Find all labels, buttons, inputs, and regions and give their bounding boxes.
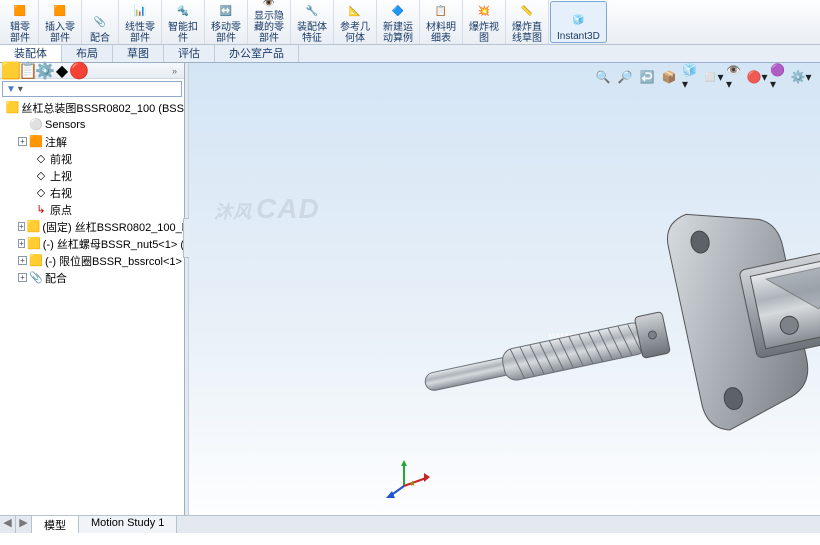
- ribbon-mate[interactable]: 📎配合: [82, 0, 119, 44]
- panel-collapse-icon[interactable]: »: [172, 66, 180, 76]
- funnel-icon: ▼: [6, 84, 16, 95]
- tree-annotations[interactable]: +🟧注解: [0, 133, 184, 150]
- view-settings-icon[interactable]: ⚙️▾: [792, 68, 810, 86]
- previous-view-icon[interactable]: ↩️: [638, 68, 656, 86]
- plane-icon: ◇: [34, 186, 48, 200]
- ribbon-toolbar: 🟧辑零 部件 🟧插入零 部件 📎配合 📊线性零 部件 🔩智能扣 件 ↔️移动零 …: [0, 0, 820, 45]
- bottom-tab-model[interactable]: 模型: [32, 516, 79, 533]
- feature-tab-display-icon[interactable]: ◆: [55, 64, 69, 78]
- orientation-triad[interactable]: ★: [384, 458, 434, 498]
- ribbon-show-hidden[interactable]: 👁️显示隐 藏的零 部件: [248, 0, 291, 44]
- heads-up-view-toolbar: 🔍 🔎 ↩️ 📦 🧊▾ ◻️▾ 👁️▾ 🔴▾ 🟣▾ ⚙️▾: [594, 68, 810, 86]
- tree-filter-row: ▼ ▾: [2, 81, 182, 97]
- hide-show-icon[interactable]: 👁️▾: [726, 68, 744, 86]
- feature-tab-bar: 🟨 📋 ⚙️ ◆ 🔴 »: [0, 63, 184, 79]
- ballscrew-3d-model: [419, 193, 820, 453]
- bottom-tab-bar: ◀ ▶ 模型 Motion Study 1: [0, 515, 820, 533]
- tree-front-plane[interactable]: ◇前视: [0, 150, 184, 167]
- tree-top-plane[interactable]: ◇上视: [0, 167, 184, 184]
- feature-tab-property-icon[interactable]: 📋: [21, 64, 35, 78]
- tab-layout[interactable]: 布局: [62, 45, 113, 62]
- ribbon-exploded-line-sketch[interactable]: 📏爆炸直 线草图: [506, 0, 549, 44]
- tab-office-products[interactable]: 办公室产品: [215, 45, 299, 62]
- tab-sketch[interactable]: 草图: [113, 45, 164, 62]
- ribbon-linear-pattern[interactable]: 📊线性零 部件: [119, 0, 162, 44]
- section-view-icon[interactable]: 📦: [660, 68, 678, 86]
- scene-icon[interactable]: 🟣▾: [770, 68, 788, 86]
- tree-origin[interactable]: ↳原点: [0, 201, 184, 218]
- feature-manager-panel: 🟨 📋 ⚙️ ◆ 🔴 » ▼ ▾ 🟨丝杠总装图BSSR0802_100 (BSS…: [0, 63, 185, 533]
- ribbon-edit-component[interactable]: 🟧辑零 部件: [2, 0, 39, 44]
- tree-mates[interactable]: +📎配合: [0, 269, 184, 286]
- feature-tab-config-icon[interactable]: ⚙️: [38, 64, 52, 78]
- command-manager-tabs: 装配体 布局 草图 评估 办公室产品: [0, 45, 820, 63]
- tree-part-collar[interactable]: +🟨(-) 限位圈BSSR_bssrcol<1>: [0, 252, 184, 269]
- feature-tab-tree-icon[interactable]: 🟨: [4, 64, 18, 78]
- tree-part-shaft[interactable]: +🟨(固定) 丝杠BSSR0802_100_b·: [0, 218, 184, 235]
- tree-right-plane[interactable]: ◇右视: [0, 184, 184, 201]
- tree-filter-input[interactable]: ▼ ▾: [2, 81, 182, 97]
- plane-icon: ◇: [34, 169, 48, 183]
- ribbon-reference-geometry[interactable]: 📐参考几 何体: [334, 0, 377, 44]
- zoom-area-icon[interactable]: 🔎: [616, 68, 634, 86]
- tab-assembly[interactable]: 装配体: [0, 45, 62, 62]
- ribbon-exploded-view[interactable]: 💥爆炸视 图: [463, 0, 506, 44]
- ribbon-instant3d[interactable]: 🧊Instant3D: [550, 1, 607, 43]
- bottom-tab-prev[interactable]: ◀: [0, 516, 16, 533]
- appearance-icon[interactable]: 🔴▾: [748, 68, 766, 86]
- tree-sensors[interactable]: ⚪Sensors: [0, 116, 184, 133]
- tree-part-nut[interactable]: +🟨(-) 丝杠螺母BSSR_nut5<1> (: [0, 235, 184, 252]
- ribbon-new-motion-study[interactable]: 🔷新建运 动算例: [377, 0, 420, 44]
- origin-icon: ↳: [34, 203, 48, 217]
- tree-root-assembly[interactable]: 🟨丝杠总装图BSSR0802_100 (BSS: [0, 99, 184, 116]
- bottom-tab-motion-study[interactable]: Motion Study 1: [79, 516, 177, 533]
- bottom-tab-next[interactable]: ▶: [16, 516, 32, 533]
- ribbon-bom[interactable]: 📋材料明 细表: [420, 0, 463, 44]
- feature-tab-dim-icon[interactable]: 🔴: [72, 64, 86, 78]
- graphics-viewport[interactable]: 🔍 🔎 ↩️ 📦 🧊▾ ◻️▾ 👁️▾ 🔴▾ 🟣▾ ⚙️▾ 沐风CAD www.…: [189, 63, 820, 533]
- ribbon-move-component[interactable]: ↔️移动零 部件: [205, 0, 248, 44]
- ribbon-assembly-feature[interactable]: 🔧装配体 特征: [291, 0, 334, 44]
- view-orientation-icon[interactable]: 🧊▾: [682, 68, 700, 86]
- display-style-icon[interactable]: ◻️▾: [704, 68, 722, 86]
- tab-evaluate[interactable]: 评估: [164, 45, 215, 62]
- plane-icon: ◇: [34, 152, 48, 166]
- ribbon-smart-fastener[interactable]: 🔩智能扣 件: [162, 0, 205, 44]
- ribbon-insert-component[interactable]: 🟧插入零 部件: [39, 0, 82, 44]
- zoom-fit-icon[interactable]: 🔍: [594, 68, 612, 86]
- brand-watermark: 沐风CAD: [214, 193, 320, 225]
- feature-tree: 🟨丝杠总装图BSSR0802_100 (BSS ⚪Sensors +🟧注解 ◇前…: [0, 99, 184, 516]
- svg-text:★: ★: [409, 479, 416, 488]
